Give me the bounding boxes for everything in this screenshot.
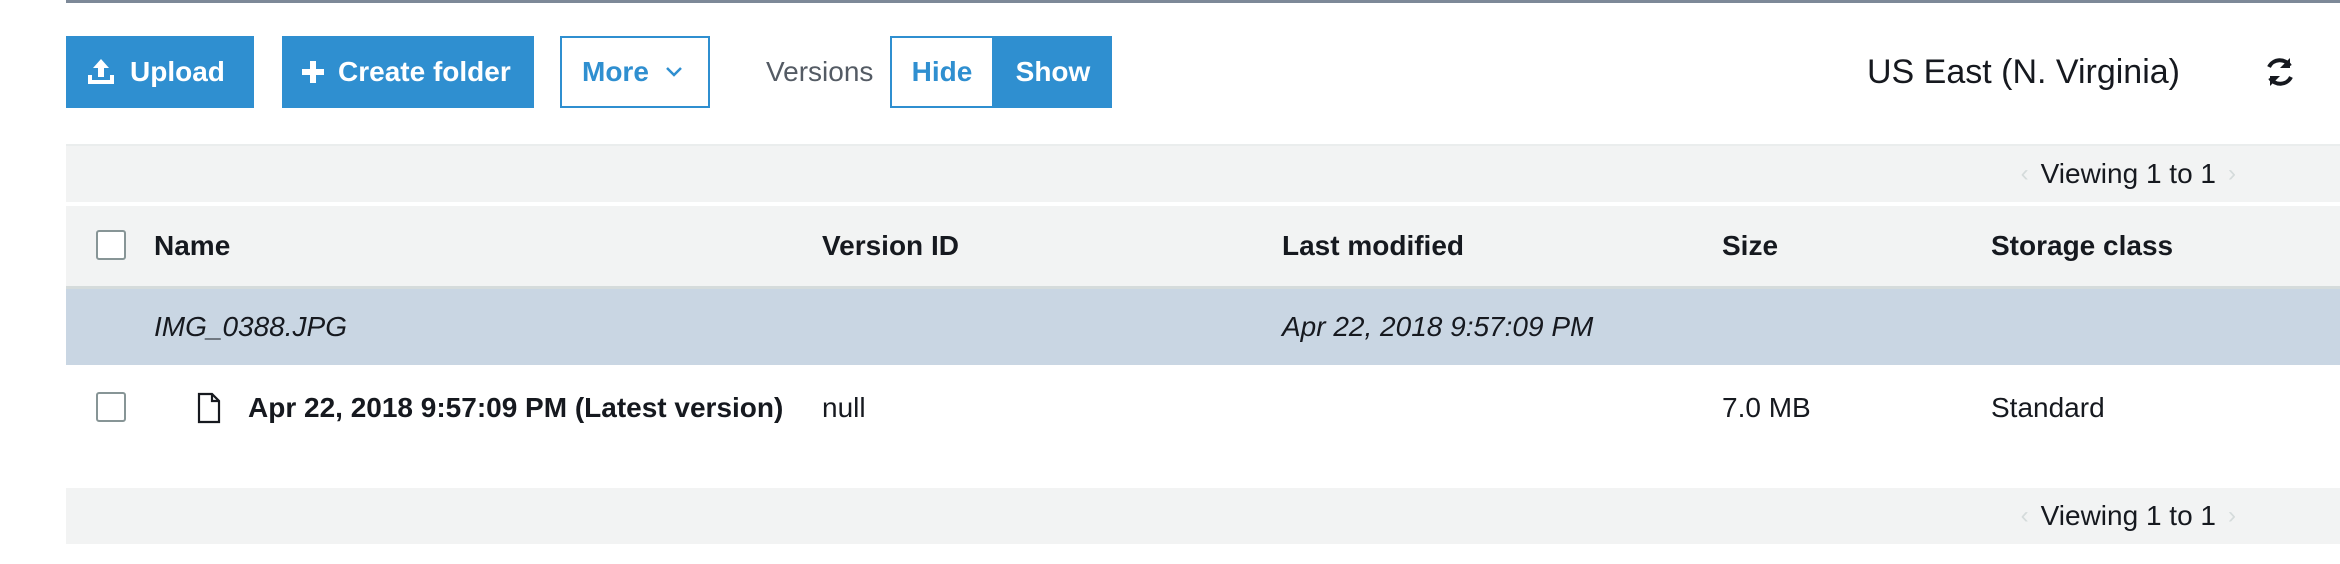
object-group-row[interactable]: IMG_0388.JPG Apr 22, 2018 9:57:09 PM (66, 289, 2340, 365)
row-checkbox[interactable] (96, 392, 126, 422)
create-folder-button[interactable]: Create folder (282, 36, 534, 108)
column-header-storage-class[interactable]: Storage class (1991, 206, 2173, 286)
version-id: null (822, 392, 866, 423)
versions-label: Versions (766, 56, 874, 87)
pagination-bottom: ‹ Viewing 1 to 1 › (2009, 488, 2248, 544)
table-row[interactable]: Apr 22, 2018 9:57:09 PM (Latest version)… (66, 370, 2340, 446)
region-label: US East (N. Virginia) (1866, 52, 2180, 91)
create-folder-label: Create folder (338, 56, 511, 87)
more-dropdown-button[interactable]: More (560, 36, 710, 108)
object-last-modified: Apr 22, 2018 9:57:09 PM (1282, 311, 1594, 342)
file-icon (196, 370, 222, 446)
pagination-top: ‹ Viewing 1 to 1 › (2009, 146, 2248, 202)
version-storage-class: Standard (1991, 392, 2105, 423)
refresh-icon[interactable] (2262, 54, 2298, 90)
upload-icon (84, 57, 118, 87)
table-header: Name Version ID Last modified Size Stora… (66, 206, 2340, 289)
version-name[interactable]: Apr 22, 2018 9:57:09 PM (Latest version) (248, 370, 783, 446)
chevron-left-icon[interactable]: ‹ (2021, 502, 2029, 530)
versions-toggle: Hide Show (890, 36, 1112, 108)
upload-button[interactable]: Upload (66, 36, 254, 108)
top-divider (66, 0, 2340, 3)
viewing-text: Viewing 1 to 1 (2040, 158, 2216, 189)
object-name[interactable]: IMG_0388.JPG (154, 289, 347, 365)
hide-versions-button[interactable]: Hide (890, 36, 994, 108)
show-versions-button[interactable]: Show (994, 36, 1112, 108)
column-header-size[interactable]: Size (1722, 206, 1778, 286)
top-pagination-bar: ‹ Viewing 1 to 1 › (66, 144, 2340, 202)
chevron-down-icon (665, 66, 683, 78)
chevron-left-icon[interactable]: ‹ (2021, 160, 2029, 188)
version-size: 7.0 MB (1722, 392, 1811, 423)
viewing-text: Viewing 1 to 1 (2040, 500, 2216, 531)
more-label: More (582, 56, 649, 87)
column-header-name[interactable]: Name (154, 206, 230, 286)
chevron-right-icon[interactable]: › (2228, 160, 2236, 188)
toolbar: Upload Create folder More Versions Hide … (66, 36, 2340, 108)
bottom-pagination-bar: ‹ Viewing 1 to 1 › (66, 488, 2340, 544)
upload-label: Upload (130, 56, 225, 87)
column-header-version-id[interactable]: Version ID (822, 206, 959, 286)
chevron-right-icon[interactable]: › (2228, 502, 2236, 530)
plus-icon (300, 59, 326, 85)
column-header-last-modified[interactable]: Last modified (1282, 206, 1464, 286)
select-all-checkbox[interactable] (96, 230, 126, 260)
